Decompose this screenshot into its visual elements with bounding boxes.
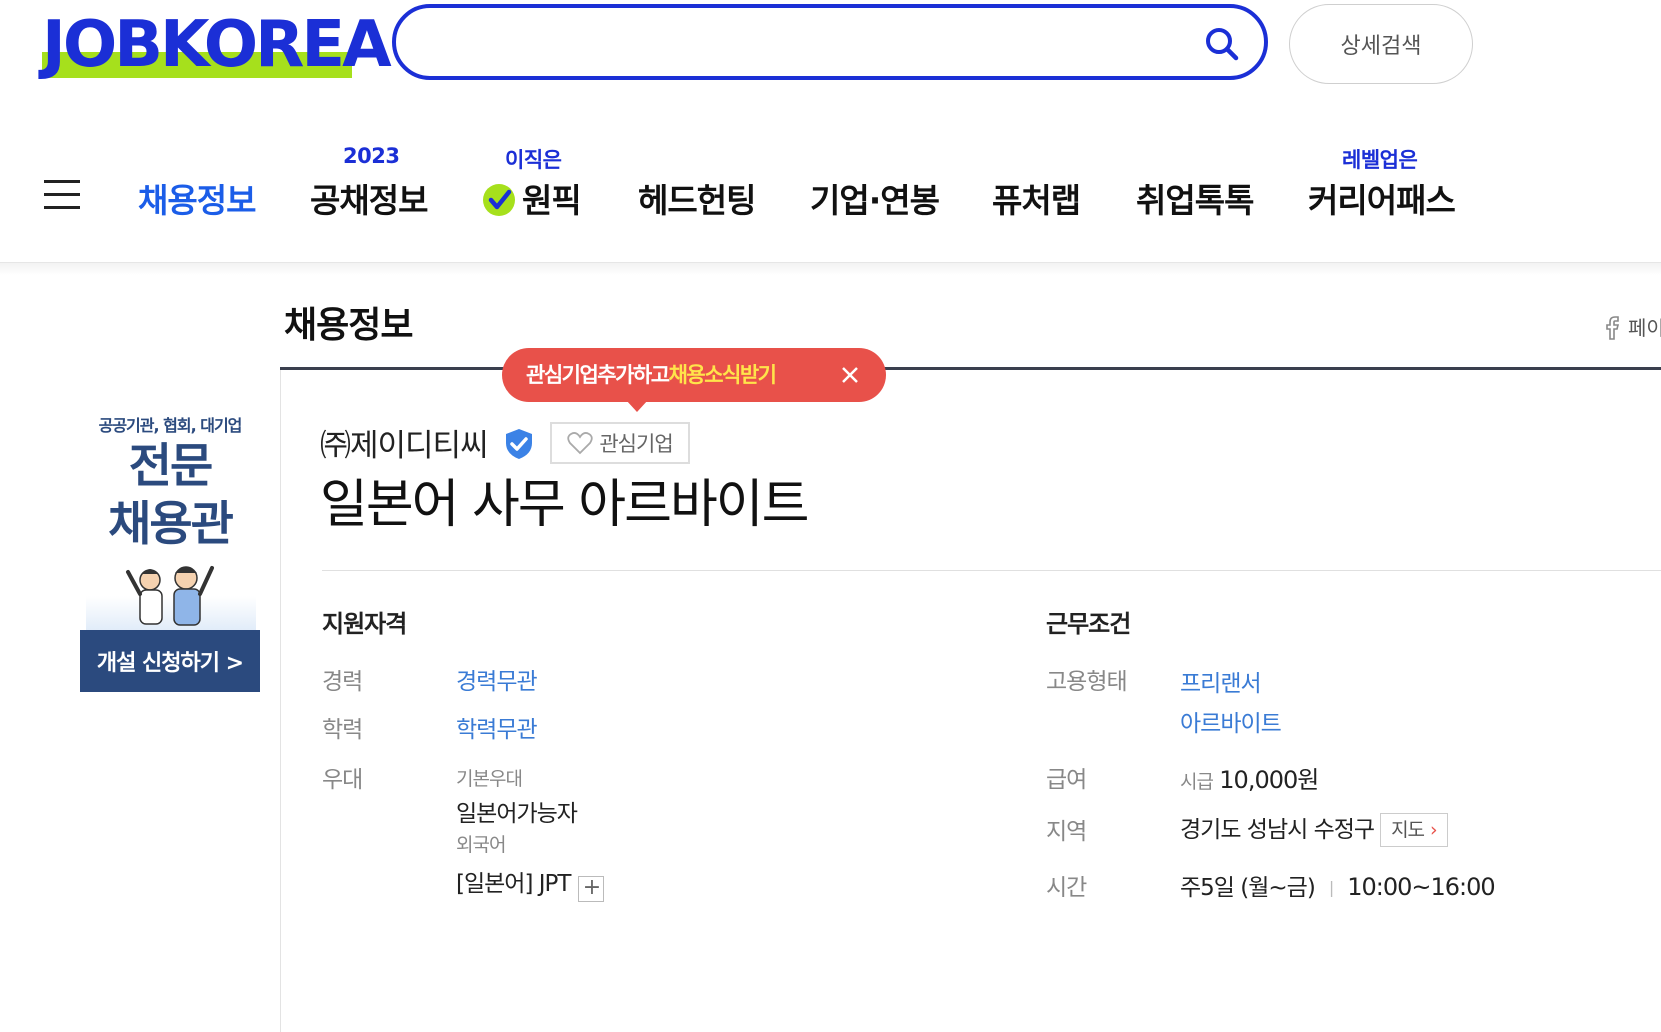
conditions-heading: 근무조건: [1046, 610, 1131, 638]
time-days: 주5일 (월~금): [1180, 875, 1316, 901]
nav-item-public-recruit[interactable]: 공채정보: [310, 174, 428, 222]
nav-item-recruit-info[interactable]: 채용정보: [138, 174, 256, 222]
detail-search-button[interactable]: 상세검색: [1289, 4, 1473, 84]
search-icon[interactable]: [1202, 24, 1242, 64]
job-title: 일본어 사무 아르바이트: [320, 475, 809, 535]
banner-big-text: 전문 채용관: [80, 438, 260, 554]
salary-prefix: 시급: [1180, 771, 1214, 793]
nav-item-onepick-label: 원픽: [522, 181, 582, 220]
time-hours: 10:00~16:00: [1347, 873, 1495, 901]
nav-item-career-path[interactable]: 커리어패스: [1308, 174, 1456, 222]
logo-text: JOBKOREA: [42, 8, 392, 82]
nav-item-futurelab[interactable]: 퓨처랩: [992, 174, 1081, 222]
content-left-border: [280, 370, 281, 1032]
nav-item-onepick[interactable]: 원픽: [482, 174, 582, 222]
salary-row: 시급 10,000원: [1180, 760, 1319, 795]
map-button-label: 지도: [1391, 819, 1425, 841]
tooltip-text: 관심기업추가하고: [526, 363, 670, 387]
nav-item-company-salary[interactable]: 기업·연봉: [810, 174, 940, 222]
banner-big-line1: 전문: [128, 439, 213, 494]
preference-lang-row: [일본어] JPT +: [456, 864, 605, 902]
content-divider: [322, 570, 1661, 571]
salary-value: 10,000원: [1219, 766, 1319, 794]
search-input[interactable]: [424, 22, 1188, 64]
facebook-label: 페이: [1628, 316, 1661, 340]
site-header: JOBKOREA 상세검색 채용정보 2023 공채정보 이직은 원픽 헤드헌팅…: [0, 0, 1661, 263]
region-value: 경기도 성남시 수정구: [1180, 817, 1375, 843]
close-icon[interactable]: [840, 365, 860, 385]
tooltip-highlight: 채용소식받기: [668, 363, 777, 387]
section-title: 채용정보: [284, 305, 413, 346]
salary-label: 급여: [1046, 767, 1087, 793]
preference-label: 우대: [322, 767, 363, 793]
experience-label: 경력: [322, 669, 363, 695]
time-row: 주5일 (월~금) | 10:00~16:00: [1180, 868, 1496, 902]
section-divider: [280, 367, 1661, 370]
nav-sup-onepick: 이직은: [505, 148, 562, 172]
region-label: 지역: [1046, 819, 1087, 845]
heart-icon: [567, 432, 594, 455]
expand-plus-button[interactable]: +: [578, 876, 605, 902]
time-label: 시간: [1046, 875, 1087, 901]
preference-basic-value: 일본어가능자: [456, 801, 578, 827]
banner-big-line2: 채용관: [108, 497, 234, 552]
employment-type-label: 고용형태: [1046, 669, 1128, 695]
preference-basic-label: 기본우대: [456, 768, 523, 790]
nav-sup-2023: 2023: [343, 144, 400, 168]
nav-item-job-talk[interactable]: 취업톡톡: [1136, 174, 1254, 222]
verified-badge-icon: [506, 429, 532, 459]
favorite-company-label: 관심기업: [599, 432, 673, 456]
search-box: [392, 4, 1268, 80]
banner-small-text: 공공기관, 협회, 대기업: [98, 416, 243, 435]
preference-lang-label: 외국어: [456, 834, 506, 856]
employment-type-parttime[interactable]: 아르바이트: [1180, 704, 1282, 738]
facebook-icon: [1606, 316, 1620, 340]
education-value[interactable]: 학력무관: [456, 710, 538, 744]
company-name[interactable]: ㈜제이디티씨: [320, 420, 489, 465]
qualifications-heading: 지원자격: [322, 610, 407, 638]
preference-lang-value: [일본어] JPT: [456, 871, 571, 897]
nav-item-headhunting[interactable]: 헤드헌팅: [638, 174, 756, 222]
facebook-share[interactable]: 페이: [1602, 312, 1661, 341]
favorite-tooltip: 관심기업추가하고채용소식받기: [502, 348, 886, 412]
separator: |: [1328, 878, 1334, 897]
map-button[interactable]: 지도 ›: [1380, 813, 1448, 847]
jobkorea-logo[interactable]: JOBKOREA: [42, 8, 392, 82]
education-label: 학력: [322, 717, 363, 743]
favorite-company-button[interactable]: 관심기업: [550, 422, 690, 464]
nav-sup-levelup: 레벨업은: [1342, 148, 1418, 172]
banner-apply-button[interactable]: 개설 신청하기 >: [80, 630, 260, 692]
chevron-right-icon: ›: [1430, 819, 1438, 841]
main-nav: 채용정보 2023 공채정보 이직은 원픽 헤드헌팅 기업·연봉 퓨처랩 취업톡…: [0, 140, 1661, 220]
hamburger-menu-icon[interactable]: [44, 180, 82, 210]
expert-recruit-banner[interactable]: 공공기관, 협회, 대기업 전문 채용관 개설 신청하기 >: [80, 408, 260, 692]
check-circle-icon: [483, 184, 515, 216]
experience-value[interactable]: 경력무관: [456, 662, 538, 696]
region-row: 경기도 성남시 수정구 지도 ›: [1180, 810, 1448, 847]
header-shadow: [0, 263, 1661, 275]
employment-type-freelancer[interactable]: 프리랜서: [1180, 664, 1262, 698]
tooltip-arrow: [626, 400, 648, 412]
banner-people-illustration: [126, 566, 214, 626]
